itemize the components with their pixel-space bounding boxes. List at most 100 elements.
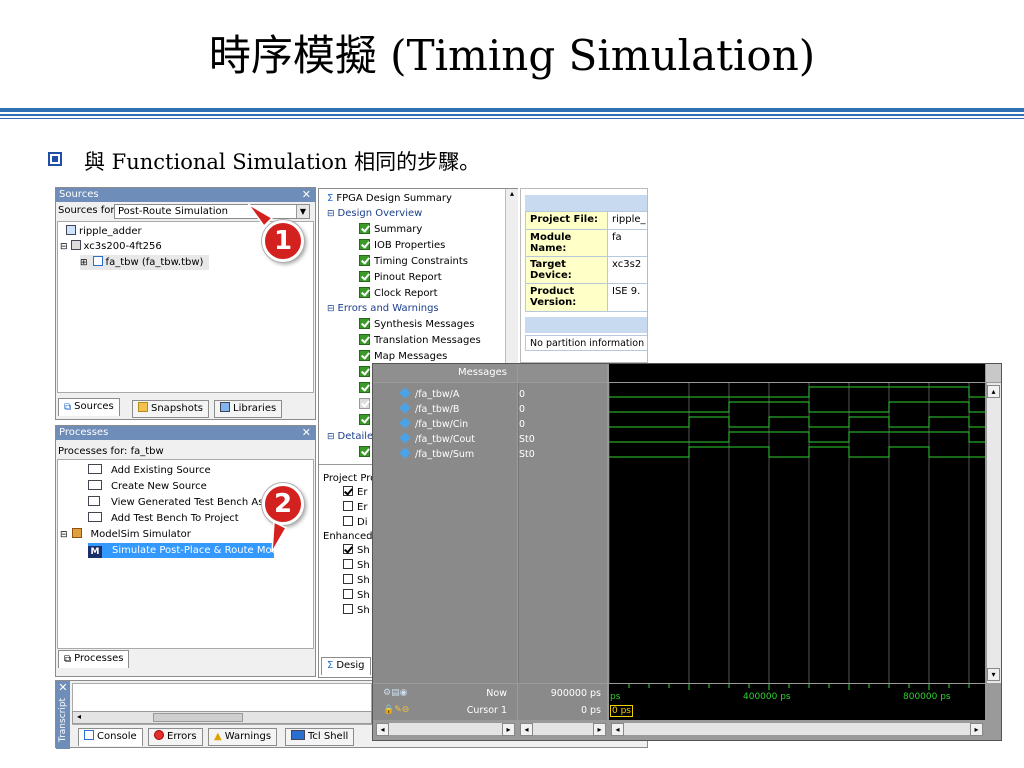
process-create-new-source[interactable]: Create New Source bbox=[88, 479, 207, 494]
summary-detailed[interactable]: ⊟ Detaile bbox=[327, 429, 373, 444]
summary-item[interactable]: Summary bbox=[359, 222, 422, 237]
tab-console[interactable]: Console bbox=[78, 728, 143, 746]
collapse-icon[interactable]: ⊟ bbox=[60, 530, 68, 540]
tab-sources[interactable]: ⧉ Sources bbox=[58, 398, 120, 416]
tab-snapshots[interactable]: Snapshots bbox=[132, 400, 209, 418]
cursor-time-tag[interactable]: 0 ps bbox=[610, 705, 633, 717]
checkbox[interactable] bbox=[343, 516, 353, 526]
en-option[interactable]: Sh bbox=[343, 543, 370, 558]
close-icon[interactable]: ✕ bbox=[302, 426, 311, 440]
summary-root[interactable]: Σ FPGA Design Summary bbox=[327, 191, 452, 206]
process-simulate-post-place-route[interactable]: M Simulate Post-Place & Route Model bbox=[88, 543, 287, 558]
messages-header: Messages bbox=[373, 364, 517, 382]
en-option[interactable]: Sh bbox=[343, 573, 370, 588]
chevron-up-icon[interactable]: ▴ bbox=[987, 385, 1000, 398]
tab-libraries[interactable]: Libraries bbox=[214, 400, 283, 418]
pp-option[interactable]: Er bbox=[343, 500, 367, 515]
chevron-right-icon[interactable]: ▸ bbox=[970, 723, 983, 736]
tab-processes[interactable]: ⧉ Processes bbox=[58, 650, 130, 668]
chevron-left-icon[interactable]: ◂ bbox=[611, 723, 624, 736]
bullet-icon bbox=[48, 152, 62, 166]
checkbox[interactable] bbox=[343, 501, 353, 511]
summary-item[interactable]: IOB Properties bbox=[359, 238, 445, 253]
check-icon bbox=[359, 446, 370, 457]
summary-item[interactable]: Map Messages bbox=[359, 349, 447, 364]
process-add-existing-source[interactable]: Add Existing Source bbox=[88, 463, 211, 478]
title-rule bbox=[0, 114, 1024, 116]
callout-arrow-1 bbox=[248, 203, 274, 228]
waveform-canvas[interactable] bbox=[609, 383, 985, 683]
partition-info: No partition information was bbox=[525, 335, 647, 351]
summary-item[interactable]: Pinout Report bbox=[359, 270, 442, 285]
signal-name-sum[interactable]: /fa_tbw/Sum bbox=[373, 447, 474, 462]
checkbox[interactable] bbox=[343, 574, 353, 584]
chevron-right-icon[interactable]: ▸ bbox=[502, 723, 515, 736]
collapse-icon[interactable]: ⊟ bbox=[60, 242, 68, 252]
checkbox[interactable] bbox=[343, 559, 353, 569]
summary-item[interactable]: Timing Constraints bbox=[359, 254, 468, 269]
checkbox[interactable] bbox=[343, 589, 353, 599]
chevron-down-icon[interactable]: ▾ bbox=[987, 668, 1000, 681]
signal-icon bbox=[399, 432, 411, 444]
names-hscroll[interactable]: ◂ ▸ bbox=[375, 722, 516, 736]
tab-errors[interactable]: Errors bbox=[148, 728, 203, 746]
now-value: 900000 ps bbox=[550, 688, 601, 699]
process-view-test-bench[interactable]: View Generated Test Bench As HDL bbox=[88, 495, 287, 510]
summary-item[interactable]: Translation Messages bbox=[359, 333, 481, 348]
summary-design-overview[interactable]: ⊟ Design Overview bbox=[327, 206, 422, 221]
signal-name-cin[interactable]: /fa_tbw/Cin bbox=[373, 417, 468, 432]
cursor-label: Cursor 1 bbox=[466, 705, 507, 716]
chip-icon bbox=[70, 240, 81, 250]
sigma-icon: Σ bbox=[327, 660, 334, 671]
tree-item-project[interactable]: ripple_adder bbox=[66, 224, 142, 239]
check-icon bbox=[359, 239, 370, 250]
processes-for-label: Processes for: fa_tbw bbox=[58, 446, 164, 457]
expand-icon[interactable]: ⊞ bbox=[80, 258, 88, 268]
signal-icon bbox=[399, 447, 411, 459]
signal-name-cout[interactable]: /fa_tbw/Cout bbox=[373, 432, 475, 447]
en-option[interactable]: Sh bbox=[343, 603, 370, 618]
summary-item[interactable]: Synthesis Messages bbox=[359, 317, 474, 332]
checkbox[interactable] bbox=[343, 604, 353, 614]
summary-errors-warnings[interactable]: ⊟ Errors and Warnings bbox=[327, 301, 439, 316]
wave-vscroll[interactable]: ▴ ▾ bbox=[986, 383, 1001, 683]
document-icon bbox=[88, 496, 100, 506]
collapse-icon[interactable]: ⊟ bbox=[327, 304, 335, 314]
window-icon bbox=[88, 512, 102, 522]
sources-for-select[interactable]: Post-Route Simulation ▼ bbox=[114, 204, 310, 219]
check-icon bbox=[359, 287, 370, 298]
check-icon bbox=[359, 350, 370, 361]
tree-item-device[interactable]: ⊟ xc3s200-4ft256 bbox=[60, 239, 162, 254]
pp-option[interactable]: Er bbox=[343, 485, 367, 500]
tab-warnings[interactable]: ▲ Warnings bbox=[208, 728, 278, 746]
tab-tcl-shell[interactable]: Tcl Shell bbox=[285, 728, 355, 746]
pp-option[interactable]: Di bbox=[343, 515, 367, 530]
summary-item[interactable]: Clock Report bbox=[359, 286, 438, 301]
process-modelsim-simulator[interactable]: ⊟ ModelSim Simulator bbox=[60, 527, 191, 542]
signal-name-a[interactable]: /fa_tbw/A bbox=[373, 387, 459, 402]
chevron-up-icon[interactable]: ▴ bbox=[506, 189, 518, 198]
collapse-icon[interactable]: ⊟ bbox=[327, 432, 335, 442]
wave-header bbox=[609, 364, 985, 382]
scroll-thumb[interactable] bbox=[153, 713, 243, 722]
chevron-left-icon[interactable]: ◂ bbox=[376, 723, 389, 736]
chevron-right-icon[interactable]: ▸ bbox=[593, 723, 606, 736]
collapse-icon[interactable]: ⊟ bbox=[327, 209, 335, 219]
chevron-left-icon[interactable]: ◂ bbox=[520, 723, 533, 736]
console-scrollbar[interactable]: ◂ bbox=[72, 711, 372, 724]
checkbox[interactable] bbox=[343, 544, 353, 554]
process-add-test-bench[interactable]: Add Test Bench To Project bbox=[88, 511, 239, 526]
chevron-left-icon[interactable]: ◂ bbox=[73, 712, 85, 723]
en-option[interactable]: Sh bbox=[343, 588, 370, 603]
close-icon[interactable]: ✕ bbox=[56, 681, 70, 694]
tab-design-summary[interactable]: Σ Desig bbox=[321, 657, 371, 675]
checkbox[interactable] bbox=[343, 486, 353, 496]
close-icon[interactable]: ✕ bbox=[302, 188, 311, 202]
cursor-label-pane: ⚙▤◉ Now 🔒✎⊖ Cursor 1 bbox=[373, 684, 517, 720]
tree-item-testbench[interactable]: ⊞ fa_tbw (fa_tbw.tbw) bbox=[80, 255, 210, 270]
chevron-down-icon[interactable]: ▼ bbox=[296, 205, 309, 218]
signal-name-b[interactable]: /fa_tbw/B bbox=[373, 402, 459, 417]
en-option[interactable]: Sh bbox=[343, 558, 370, 573]
wave-hscroll[interactable]: ◂ ▸ bbox=[610, 722, 984, 736]
values-hscroll[interactable]: ◂ ▸ bbox=[519, 722, 607, 736]
